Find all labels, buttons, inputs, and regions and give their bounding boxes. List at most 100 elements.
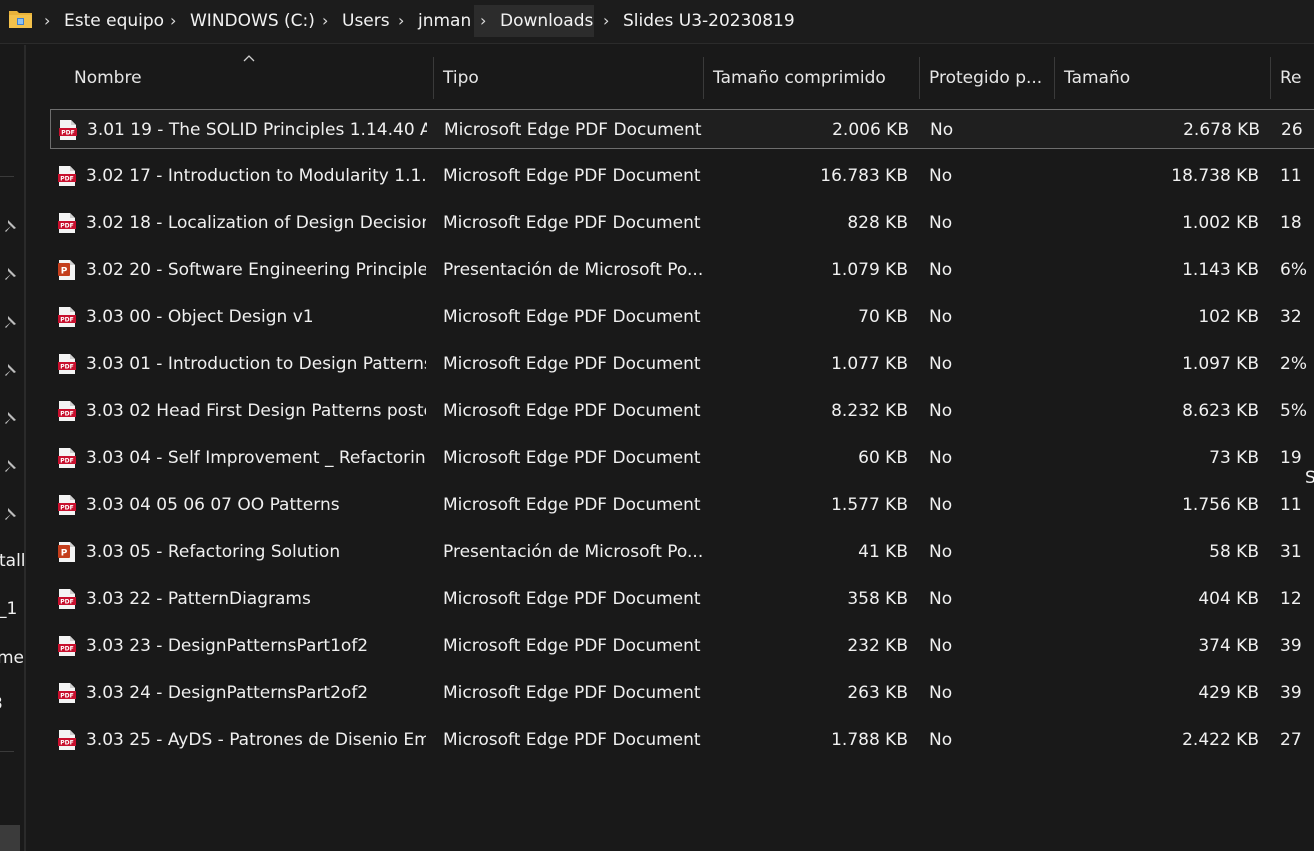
breadcrumb-downloads[interactable]: Downloads xyxy=(500,10,593,32)
file-name: 3.03 00 - Object Design v1 xyxy=(86,307,314,327)
file-row[interactable]: PDF 3.01 19 - The SOLID Principles 1.14.4… xyxy=(50,109,1314,149)
breadcrumb-separator-icon[interactable]: › xyxy=(480,10,486,32)
file-row[interactable]: PDF 3.03 22 - PatternDiagrams Microsoft Ed… xyxy=(50,579,1314,619)
pdf-icon: PDF xyxy=(58,448,76,468)
pin-icon[interactable] xyxy=(2,266,18,282)
file-type: Microsoft Edge PDF Document xyxy=(443,495,701,515)
file-row[interactable]: PDF 3.03 24 - DesignPatternsPart2of2 Micro… xyxy=(50,673,1314,713)
pin-icon[interactable] xyxy=(2,362,18,378)
breadcrumb-este-equipo[interactable]: Este equipo xyxy=(64,10,164,32)
file-type: Microsoft Edge PDF Document xyxy=(443,354,701,374)
file-row[interactable]: PDF 3.03 04 05 06 07 OO Patterns Microsoft… xyxy=(50,485,1314,525)
file-compressed-size: 70 KB xyxy=(858,307,908,327)
breadcrumb-separator-icon[interactable]: › xyxy=(603,10,609,32)
breadcrumb-separator-icon[interactable]: › xyxy=(44,10,50,32)
file-row[interactable]: PDF 3.03 01 - Introduction to Design Patt… xyxy=(50,344,1314,384)
nav-scrollbar-thumb[interactable] xyxy=(0,825,20,851)
file-ratio: 27 xyxy=(1280,730,1302,750)
file-protected: No xyxy=(929,448,953,468)
file-row[interactable]: P 3.03 05 - Refactoring Solution Presentac… xyxy=(50,532,1314,572)
svg-text:PDF: PDF xyxy=(60,458,73,465)
pdf-icon: PDF xyxy=(58,683,76,703)
right-edge-label: S xyxy=(1305,468,1314,488)
svg-text:PDF: PDF xyxy=(60,364,73,371)
file-name: 3.03 05 - Refactoring Solution xyxy=(86,542,341,562)
pdf-icon: PDF xyxy=(58,730,76,750)
file-row[interactable]: PDF 3.02 17 - Introduction to Modularity … xyxy=(50,156,1314,196)
svg-text:PDF: PDF xyxy=(60,740,73,747)
file-size: 1.756 KB xyxy=(1182,495,1259,515)
file-protected: No xyxy=(929,213,953,233)
nav-item-label[interactable]: _1 xyxy=(0,598,17,620)
breadcrumb-separator-icon[interactable]: › xyxy=(170,10,176,32)
file-ratio: 39 xyxy=(1280,683,1302,703)
nav-item-label[interactable]: tall xyxy=(0,550,24,572)
file-type: Microsoft Edge PDF Document xyxy=(443,730,701,750)
breadcrumb-separator-icon[interactable]: › xyxy=(398,10,404,32)
file-row[interactable]: PDF 3.03 25 - AyDS - Patrones de Disenio … xyxy=(50,720,1314,760)
address-bar[interactable]: › Este equipo › WINDOWS (C:) › Users › j… xyxy=(0,0,1314,44)
nav-item-label[interactable]: me xyxy=(0,647,24,669)
file-compressed-size: 2.006 KB xyxy=(832,120,909,140)
file-protected: No xyxy=(929,166,953,186)
file-row[interactable]: PDF 3.03 00 - Object Design v1 Microsoft E… xyxy=(50,297,1314,337)
powerpoint-icon: P xyxy=(58,260,76,280)
file-type: Microsoft Edge PDF Document xyxy=(443,589,701,609)
breadcrumb-users[interactable]: Users xyxy=(342,10,390,32)
column-header-size[interactable]: Tamaño xyxy=(1054,57,1271,99)
svg-text:PDF: PDF xyxy=(60,411,73,418)
file-ratio: 26 xyxy=(1281,120,1303,140)
file-name: 3.03 02 Head First Design Patterns poste… xyxy=(86,401,426,421)
pin-icon[interactable] xyxy=(2,218,18,234)
breadcrumb-windows-drive[interactable]: WINDOWS (C:) xyxy=(190,10,315,32)
file-row[interactable]: PDF 3.03 02 Head First Design Patterns po… xyxy=(50,391,1314,431)
file-protected: No xyxy=(930,120,954,140)
file-name: 3.01 19 - The SOLID Principles 1.14.40 A… xyxy=(87,120,427,140)
column-header-type[interactable]: Tipo xyxy=(433,57,704,99)
file-protected: No xyxy=(929,636,953,656)
file-ratio: 32 xyxy=(1280,307,1302,327)
file-name: 3.03 25 - AyDS - Patrones de Disenio Em.… xyxy=(86,730,426,750)
file-row[interactable]: PDF 3.02 18 - Localization of Design Deci… xyxy=(50,203,1314,243)
breadcrumb-jnman[interactable]: jnman xyxy=(418,10,471,32)
breadcrumb-separator-icon[interactable]: › xyxy=(322,10,328,32)
powerpoint-icon: P xyxy=(58,542,76,562)
file-row[interactable]: PDF 3.03 23 - DesignPatternsPart1of2 Micro… xyxy=(50,626,1314,666)
pin-icon[interactable] xyxy=(2,458,18,474)
file-type: Microsoft Edge PDF Document xyxy=(443,213,701,233)
navigation-pane[interactable]: tall _1 me 3 xyxy=(0,45,26,851)
column-header-ratio[interactable]: Re xyxy=(1270,57,1314,99)
file-protected: No xyxy=(929,260,953,280)
file-ratio: 11 xyxy=(1280,495,1302,515)
file-protected: No xyxy=(929,542,953,562)
file-type: Microsoft Edge PDF Document xyxy=(443,636,701,656)
nav-item-label[interactable]: 3 xyxy=(0,693,3,715)
pin-icon[interactable] xyxy=(2,314,18,330)
file-row[interactable]: PDF 3.03 04 - Self Improvement _ Refactor… xyxy=(50,438,1314,478)
file-size: 404 KB xyxy=(1198,589,1259,609)
file-compressed-size: 1.577 KB xyxy=(831,495,908,515)
folder-icon[interactable] xyxy=(8,8,34,30)
file-name: 3.02 20 - Software Engineering Principle… xyxy=(86,260,426,280)
column-header-compressed-size[interactable]: Tamaño comprimido xyxy=(703,57,920,99)
column-header-name[interactable]: Nombre xyxy=(64,57,434,99)
pin-icon[interactable] xyxy=(2,506,18,522)
file-compressed-size: 263 KB xyxy=(847,683,908,703)
file-compressed-size: 1.077 KB xyxy=(831,354,908,374)
file-size: 1.097 KB xyxy=(1182,354,1259,374)
file-size: 102 KB xyxy=(1198,307,1259,327)
file-compressed-size: 16.783 KB xyxy=(820,166,908,186)
svg-text:PDF: PDF xyxy=(60,646,73,653)
file-compressed-size: 1.079 KB xyxy=(831,260,908,280)
file-type: Microsoft Edge PDF Document xyxy=(444,120,702,140)
file-type: Presentación de Microsoft Po... xyxy=(443,260,704,280)
pin-icon[interactable] xyxy=(2,410,18,426)
pdf-icon: PDF xyxy=(58,166,76,186)
breadcrumb-current-folder[interactable]: Slides U3-20230819 xyxy=(623,10,795,32)
column-header-protected[interactable]: Protegido p... xyxy=(919,57,1055,99)
file-ratio: 6% xyxy=(1280,260,1307,280)
file-name: 3.03 22 - PatternDiagrams xyxy=(86,589,311,609)
file-name: 3.03 04 05 06 07 OO Patterns xyxy=(86,495,340,515)
file-size: 73 KB xyxy=(1209,448,1259,468)
file-row[interactable]: P 3.02 20 - Software Engineering Principl… xyxy=(50,250,1314,290)
